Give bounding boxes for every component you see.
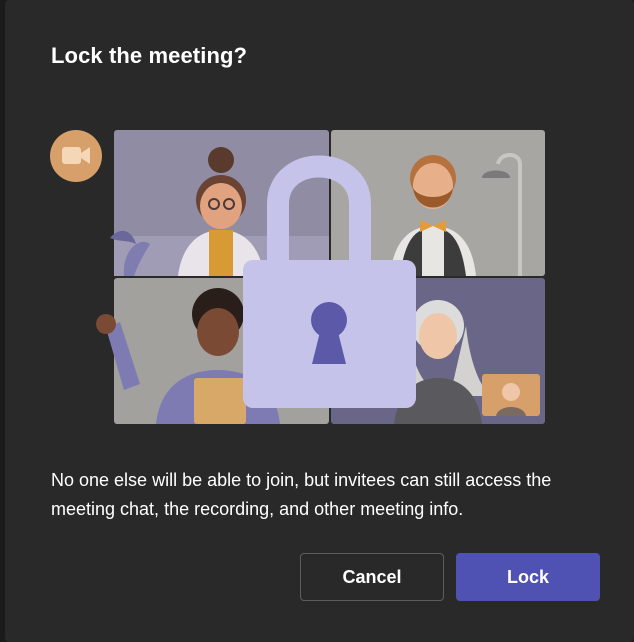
dialog-title: Lock the meeting? [51, 43, 248, 68]
lock-button[interactable]: Lock [456, 553, 600, 601]
lock-meeting-illustration [50, 130, 545, 424]
dialog-message: No one else will be able to join, but in… [51, 470, 552, 519]
video-camera-icon [50, 130, 102, 182]
cancel-button[interactable]: Cancel [300, 553, 444, 601]
lock-meeting-dialog: Lock the meeting? No one else will be ab… [5, 0, 634, 642]
participant-panel-1 [110, 130, 329, 276]
